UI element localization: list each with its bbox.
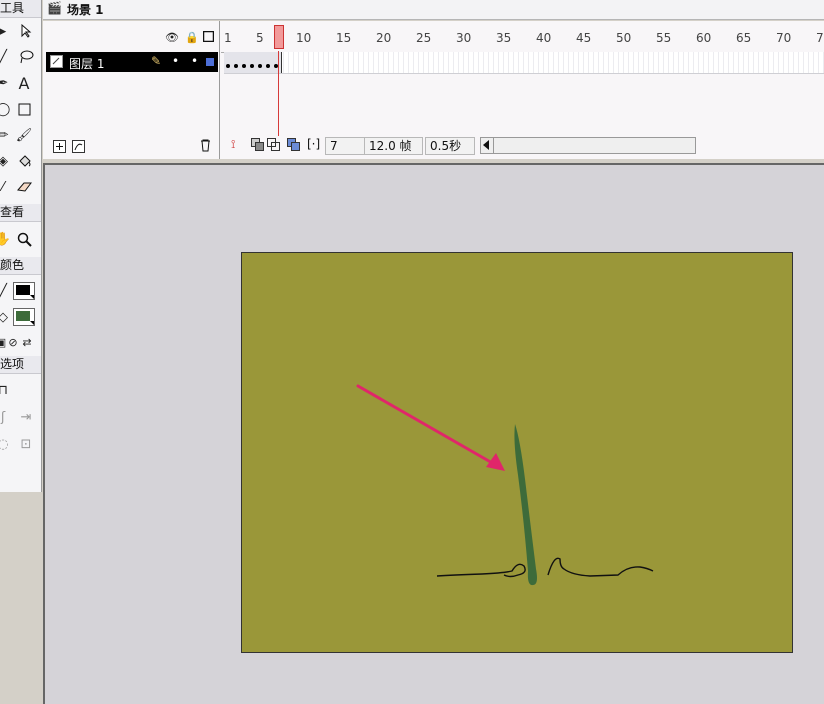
- brush-tool-icon[interactable]: 🖌: [15, 126, 33, 144]
- timeline-status-bar: ⟟ [·] 7 12.0 帧 0.5秒: [221, 136, 824, 156]
- layer-footer: [43, 135, 219, 155]
- rotate-icon[interactable]: ◌: [0, 435, 12, 453]
- ruler-tick: 70: [776, 31, 792, 45]
- snap-magnet-icon[interactable]: ⊓: [0, 381, 12, 399]
- add-guide-layer-icon[interactable]: [72, 138, 85, 157]
- hand-tool-icon[interactable]: ✋: [0, 230, 12, 248]
- paint-bucket-tool-icon[interactable]: [15, 152, 33, 170]
- scene-bar: 🎬 场景 1: [43, 0, 824, 20]
- visibility-dot-icon[interactable]: •: [172, 54, 179, 68]
- options-section-title: 选项: [0, 356, 41, 374]
- layer-header: 👁 🔒: [43, 21, 219, 51]
- modify-onion-markers-icon[interactable]: [·]: [307, 137, 320, 151]
- ruler-tick: 15: [336, 31, 352, 45]
- eraser-tool-icon[interactable]: [15, 178, 33, 196]
- keyframe-dot[interactable]: [250, 64, 254, 68]
- layer-icon: [50, 55, 63, 71]
- ruler-tick: 10: [296, 31, 312, 45]
- layer-name: 图层 1: [69, 57, 105, 71]
- scroll-left-arrow-icon[interactable]: [483, 140, 489, 150]
- frames-area: 1 5 10 15 20 25 30 35 40 45 50 55 60 65 70 7 ⟟ [·] 7 12…: [221, 21, 824, 159]
- current-frame-field[interactable]: 7: [325, 137, 365, 155]
- ruler-tick: 55: [656, 31, 672, 45]
- center-frame-icon[interactable]: ⟟: [231, 137, 235, 152]
- stage-canvas[interactable]: [241, 252, 793, 653]
- ruler-tick: 30: [456, 31, 472, 45]
- view-section-title: 查看: [0, 204, 41, 222]
- fill-color-swatch[interactable]: [13, 308, 35, 326]
- ruler-tick: 50: [616, 31, 632, 45]
- rectangle-tool-icon[interactable]: [15, 100, 33, 118]
- keyframe-dot[interactable]: [234, 64, 238, 68]
- stroke-color-icon: ╱: [0, 283, 7, 299]
- scale-icon[interactable]: ⊡: [17, 435, 35, 453]
- frame-rate-field[interactable]: 12.0 帧: [364, 137, 423, 155]
- ruler-tick: 40: [536, 31, 552, 45]
- layer-pane: 👁 🔒 图层 1 ✎ • •: [43, 21, 220, 159]
- stroke-color-swatch[interactable]: [13, 282, 35, 300]
- swap-colors-icon[interactable]: ⇄: [18, 333, 36, 351]
- ink-bottle-tool-icon[interactable]: ◈: [0, 152, 12, 170]
- text-tool-icon[interactable]: A: [15, 74, 33, 93]
- grass-blade: [514, 424, 537, 586]
- lock-icon[interactable]: 🔒: [185, 31, 199, 44]
- ruler-tick: 45: [576, 31, 592, 45]
- playhead[interactable]: [274, 25, 284, 49]
- add-layer-icon[interactable]: [53, 138, 66, 157]
- timeline-panel: 👁 🔒 图层 1 ✎ • • 1 5 10 15 20 25 30 35 40 …: [43, 21, 824, 159]
- pencil-edit-icon: ✎: [151, 54, 162, 68]
- keyframe-dot[interactable]: [258, 64, 262, 68]
- ruler-tick: 65: [736, 31, 752, 45]
- onion-outline-icon[interactable]: [267, 138, 280, 154]
- keyframe-dot[interactable]: [242, 64, 246, 68]
- scroll-divider: [493, 138, 494, 153]
- pen-tool-icon[interactable]: ✒: [0, 74, 12, 92]
- stage-artwork: [356, 384, 654, 586]
- elapsed-time-field: 0.5秒: [425, 137, 475, 155]
- line-tool-icon[interactable]: ╱: [0, 48, 12, 66]
- ruler-tick: 25: [416, 31, 432, 45]
- fill-color-icon: ◇: [0, 309, 8, 325]
- ruler-tick: 60: [696, 31, 712, 45]
- annotation-arrow-shaft: [356, 384, 496, 466]
- ruler-tick: 5: [256, 31, 264, 45]
- pencil-tool-icon[interactable]: ✏: [0, 126, 12, 144]
- delete-layer-icon[interactable]: [199, 137, 212, 156]
- subselect-tool-icon[interactable]: ▸: [0, 22, 12, 40]
- tools-section-title: 工具: [0, 0, 41, 18]
- keyframe-dot[interactable]: [226, 64, 230, 68]
- eye-icon[interactable]: 👁: [165, 31, 179, 44]
- keyframe-span[interactable]: [224, 52, 282, 73]
- frame-row[interactable]: [224, 52, 824, 74]
- ruler-tick: 35: [496, 31, 512, 45]
- lock-dot-icon[interactable]: •: [191, 54, 198, 68]
- keyframe-dot[interactable]: [266, 64, 270, 68]
- tools-panel: 工具 ▸ ╱ ✒ A ◯ ✏ 🖌 ◈ ⁄ 查看 ✋ 颜色 ╱ ◇ ▣ ⊘ ⇄ 选…: [0, 0, 42, 492]
- edit-multiple-frames-icon[interactable]: [287, 138, 300, 154]
- onion-skin-icon[interactable]: [251, 138, 264, 154]
- frame-ruler[interactable]: 1 5 10 15 20 25 30 35 40 45 50 55 60 65 70 7: [221, 26, 824, 53]
- smooth-icon[interactable]: ʃ: [0, 408, 12, 426]
- ground-line: [436, 557, 654, 578]
- ruler-tick: 7: [816, 31, 824, 45]
- layer-row[interactable]: 图层 1 ✎ • •: [46, 52, 218, 72]
- arrow-tool-icon[interactable]: [17, 22, 35, 40]
- straighten-icon[interactable]: ⇥: [17, 408, 35, 426]
- dropper-tool-icon[interactable]: ⁄: [0, 178, 12, 196]
- outline-color-icon[interactable]: [206, 58, 214, 66]
- oval-tool-icon[interactable]: ◯: [0, 100, 12, 118]
- ruler-tick: 1: [224, 31, 232, 45]
- ruler-tick: 20: [376, 31, 392, 45]
- scene-icon: 🎬: [47, 1, 62, 15]
- outline-icon[interactable]: [202, 30, 215, 45]
- zoom-tool-icon[interactable]: [15, 230, 33, 248]
- scene-label[interactable]: 场景 1: [67, 1, 104, 18]
- colors-section-title: 颜色: [0, 257, 41, 275]
- timeline-horizontal-scrollbar[interactable]: [480, 137, 696, 154]
- lasso-tool-icon[interactable]: [17, 48, 35, 66]
- playhead-line: [278, 51, 279, 136]
